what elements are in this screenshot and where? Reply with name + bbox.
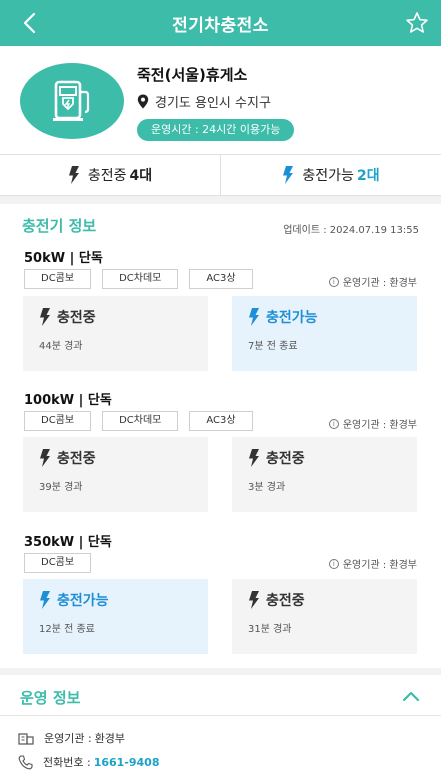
connector-tag: DC콤보 <box>24 553 92 573</box>
lightning-icon <box>40 308 50 326</box>
charger-card[interactable]: 충전중 3분 경과 <box>232 437 417 512</box>
chevron-left-icon <box>23 12 36 34</box>
charger-group-title: 50kW | 단독 <box>24 251 103 266</box>
lightning-icon <box>249 449 259 467</box>
collapse-button[interactable] <box>399 684 423 708</box>
lightning-icon <box>68 166 79 184</box>
charger-detail: 31분 경과 <box>248 624 292 635</box>
info-icon: i <box>328 276 339 287</box>
connector-tag: DC차데모 <box>102 269 179 289</box>
station-logo <box>20 63 124 139</box>
connector-tag: DC콤보 <box>24 269 92 289</box>
phone-icon <box>18 754 33 769</box>
charger-status-summary: 충전중 4대 충전가능 2대 <box>0 154 441 196</box>
section-divider <box>0 196 441 204</box>
operating-hours-badge: 운영시간 : 24시간 이용가능 <box>137 119 295 141</box>
charger-detail: 39분 경과 <box>39 482 83 493</box>
charger-detail: 7분 전 종료 <box>248 341 298 352</box>
lightning-icon <box>249 591 259 609</box>
connector-tags: DC콤보 <box>24 553 92 573</box>
charging-station-icon <box>53 80 90 121</box>
chevron-up-icon <box>402 691 420 701</box>
charger-status: 충전중 <box>266 593 305 609</box>
operator-note: i 운영기관 : 환경부 <box>328 416 417 431</box>
phone-row: 전화번호 : 1661-9408 <box>18 754 159 770</box>
operator-note: i 운영기관 : 환경부 <box>328 274 417 289</box>
favorite-button[interactable] <box>403 9 431 37</box>
charging-count: 충전중 4대 <box>0 155 220 195</box>
operator-label: 운영기관 : <box>44 732 92 745</box>
connector-tag: AC3상 <box>189 411 253 431</box>
station-address: 경기도 용인시 수지구 <box>155 96 271 111</box>
operation-info-title: 운영 정보 <box>20 689 81 707</box>
available-count: 충전가능 2대 <box>220 155 441 195</box>
operator-note: i 운영기관 : 환경부 <box>328 556 417 571</box>
phone-number-link[interactable]: 1661-9408 <box>94 756 160 769</box>
connector-tags: DC콤보 DC차데모 AC3상 <box>24 411 253 431</box>
connector-tag: AC3상 <box>189 269 253 289</box>
info-icon: i <box>328 418 339 429</box>
connector-tag: DC차데모 <box>102 411 179 431</box>
phone-label: 전화번호 : <box>43 756 91 769</box>
operator-value: 환경부 <box>94 732 126 745</box>
charger-status: 충전가능 <box>266 310 318 326</box>
charger-status: 충전중 <box>57 310 96 326</box>
info-icon: i <box>328 558 339 569</box>
charger-detail: 3분 경과 <box>248 482 286 493</box>
star-icon <box>406 12 428 33</box>
lightning-icon <box>249 308 259 326</box>
lightning-icon <box>40 591 50 609</box>
location-pin-icon <box>137 94 149 109</box>
lightning-icon <box>40 449 50 467</box>
update-timestamp: 업데이트 : 2024.07.19 13:55 <box>283 225 419 236</box>
back-button[interactable] <box>16 9 42 37</box>
lightning-icon <box>283 166 294 184</box>
connector-tag: DC콤보 <box>24 411 92 431</box>
operator-row: 운영기관 : 환경부 <box>18 730 125 746</box>
charger-card[interactable]: 충전중 44분 경과 <box>23 296 208 371</box>
charger-card[interactable]: 충전가능 7분 전 종료 <box>232 296 417 371</box>
charger-card[interactable]: 충전가능 12분 전 종료 <box>23 579 208 654</box>
station-summary: 죽전(서울)휴게소 경기도 용인시 수지구 운영시간 : 24시간 이용가능 <box>0 46 441 154</box>
station-name: 죽전(서울)휴게소 <box>137 66 248 84</box>
charger-group-title: 100kW | 단독 <box>24 393 112 408</box>
page-title: 전기차충전소 <box>172 15 269 36</box>
charger-status: 충전중 <box>266 451 305 467</box>
charger-info-title: 충전기 정보 <box>22 217 97 235</box>
connector-tags: DC콤보 DC차데모 AC3상 <box>24 269 253 289</box>
charger-group-title: 350kW | 단독 <box>24 535 112 550</box>
charger-status: 충전가능 <box>57 593 109 609</box>
building-icon <box>18 733 34 745</box>
section-divider <box>0 668 441 675</box>
charger-card[interactable]: 충전중 39분 경과 <box>23 437 208 512</box>
charger-status: 충전중 <box>57 451 96 467</box>
charger-card[interactable]: 충전중 31분 경과 <box>232 579 417 654</box>
charger-detail: 12분 전 종료 <box>39 624 95 635</box>
section-divider <box>0 715 441 716</box>
app-header: 전기차충전소 <box>0 0 441 46</box>
station-address-row: 경기도 용인시 수지구 <box>137 92 271 111</box>
charger-detail: 44분 경과 <box>39 341 83 352</box>
